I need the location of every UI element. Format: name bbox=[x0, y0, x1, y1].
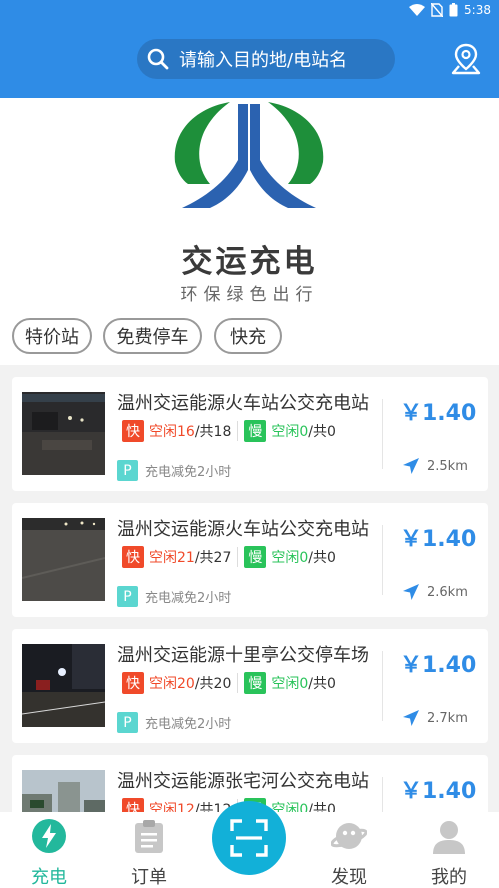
filter-chip-free-parking[interactable]: 免费停车 bbox=[103, 318, 202, 354]
navigation-arrow-icon bbox=[403, 584, 419, 600]
distance-value: 2.6km bbox=[427, 584, 468, 600]
search-placeholder: 请输入目的地/电站名 bbox=[179, 50, 348, 71]
slow-charge-tag: 慢 bbox=[244, 672, 267, 694]
station-name: 温州交运能源火车站公交充电站 bbox=[117, 519, 369, 540]
station-card[interactable]: 温州交运能源十里亭公交停车场 快 空闲20 /共20 慢 空闲0 /共0 P 充… bbox=[12, 629, 488, 743]
station-name: 温州交运能源张宅河公交充电站 bbox=[117, 771, 369, 792]
slow-idle-count: 空闲0 bbox=[271, 550, 309, 566]
user-icon bbox=[433, 821, 465, 854]
status-bar: 5:38 bbox=[0, 0, 499, 22]
slow-total-count: /共0 bbox=[308, 424, 336, 440]
nav-discover-label: 发现 bbox=[331, 867, 367, 888]
slow-total-count: /共0 bbox=[308, 676, 336, 692]
nav-charge[interactable]: 充电 bbox=[14, 812, 84, 888]
clipboard-icon bbox=[135, 820, 163, 853]
fast-charge-tag: 快 bbox=[122, 672, 144, 694]
fast-idle-count: 空闲20 bbox=[149, 676, 195, 692]
charger-availability: 快 空闲21 /共27 慢 空闲0 /共0 bbox=[122, 546, 336, 568]
wifi-icon bbox=[409, 4, 426, 16]
divider bbox=[382, 399, 383, 469]
nav-orders[interactable]: 订单 bbox=[114, 812, 184, 888]
nav-discover[interactable]: 发现 bbox=[314, 812, 384, 888]
fast-idle-count: 空闲21 bbox=[149, 550, 195, 566]
slow-idle-count: 空闲0 bbox=[271, 676, 309, 692]
slow-charge-tag: 慢 bbox=[244, 420, 267, 442]
nav-mine[interactable]: 我的 bbox=[414, 812, 484, 888]
fast-charge-tag: 快 bbox=[122, 546, 144, 568]
parking-note: 充电减免2小时 bbox=[145, 591, 232, 606]
station-photo bbox=[22, 644, 105, 727]
station-card[interactable]: 温州交运能源火车站公交充电站 快 空闲16 /共18 慢 空闲0 /共0 P 充… bbox=[12, 377, 488, 491]
parking-info: P 充电减免2小时 bbox=[117, 712, 231, 733]
divider bbox=[237, 673, 239, 693]
battery-icon bbox=[449, 3, 458, 17]
slow-charge-tag: 慢 bbox=[244, 546, 267, 568]
station-photo bbox=[22, 518, 105, 601]
brand-title: 交运充电 bbox=[181, 244, 318, 280]
brand-logo-mark bbox=[174, 102, 324, 208]
slow-idle-count: 空闲0 bbox=[271, 424, 309, 440]
station-price: ￥1.40 bbox=[400, 653, 477, 678]
distance-value: 2.7km bbox=[427, 710, 468, 726]
parking-badge: P bbox=[117, 586, 138, 607]
nav-charge-label: 充电 bbox=[31, 867, 67, 888]
filter-bar: 特价站 免费停车 快充 bbox=[0, 310, 499, 365]
navigation-arrow-icon bbox=[403, 458, 419, 474]
parking-badge: P bbox=[117, 460, 138, 481]
fast-total-count: /共18 bbox=[194, 424, 232, 440]
station-name: 温州交运能源火车站公交充电站 bbox=[117, 393, 369, 414]
parking-badge: P bbox=[117, 712, 138, 733]
charger-availability: 快 空闲16 /共18 慢 空闲0 /共0 bbox=[122, 420, 336, 442]
navigation-arrow-icon bbox=[403, 710, 419, 726]
planet-icon bbox=[331, 823, 367, 849]
divider bbox=[382, 651, 383, 721]
station-distance[interactable]: 2.5km bbox=[402, 457, 468, 475]
filter-chip-discount[interactable]: 特价站 bbox=[12, 318, 92, 354]
parking-info: P 充电减免2小时 bbox=[117, 460, 231, 481]
charger-availability: 快 空闲20 /共20 慢 空闲0 /共0 bbox=[122, 672, 336, 694]
scan-button[interactable] bbox=[212, 801, 286, 875]
station-name: 温州交运能源十里亭公交停车场 bbox=[117, 645, 369, 666]
header: 5:38 请输入目的地/电站名 bbox=[0, 0, 499, 98]
fast-total-count: /共20 bbox=[194, 676, 232, 692]
search-input[interactable]: 请输入目的地/电站名 bbox=[137, 39, 395, 79]
fast-charge-tag: 快 bbox=[122, 420, 144, 442]
slow-total-count: /共0 bbox=[308, 550, 336, 566]
nav-mine-label: 我的 bbox=[431, 867, 467, 888]
divider bbox=[237, 547, 239, 567]
fast-idle-count: 空闲16 bbox=[149, 424, 195, 440]
station-price: ￥1.40 bbox=[400, 401, 477, 426]
status-time: 5:38 bbox=[464, 3, 491, 17]
station-price: ￥1.40 bbox=[400, 779, 477, 804]
scan-icon bbox=[230, 819, 268, 857]
parking-note: 充电减免2小时 bbox=[145, 465, 232, 480]
nav-orders-label: 订单 bbox=[131, 867, 167, 888]
map-location-button[interactable] bbox=[450, 42, 482, 76]
station-distance[interactable]: 2.6km bbox=[402, 583, 468, 601]
search-icon bbox=[147, 48, 169, 70]
filter-chip-fast-charge[interactable]: 快充 bbox=[214, 318, 282, 354]
parking-note: 充电减免2小时 bbox=[145, 717, 232, 732]
station-price: ￥1.40 bbox=[400, 527, 477, 552]
divider bbox=[382, 525, 383, 595]
parking-info: P 充电减免2小时 bbox=[117, 586, 231, 607]
no-sim-icon bbox=[431, 3, 444, 17]
station-distance[interactable]: 2.7km bbox=[402, 709, 468, 727]
station-photo bbox=[22, 392, 105, 475]
lightning-icon bbox=[32, 819, 66, 853]
station-card[interactable]: 温州交运能源火车站公交充电站 快 空闲21 /共27 慢 空闲0 /共0 P 充… bbox=[12, 503, 488, 617]
distance-value: 2.5km bbox=[427, 458, 468, 474]
location-pin-icon bbox=[451, 43, 481, 75]
divider bbox=[237, 421, 239, 441]
brand-subtitle: 环保绿色出行 bbox=[180, 285, 319, 305]
fast-total-count: /共27 bbox=[194, 550, 232, 566]
